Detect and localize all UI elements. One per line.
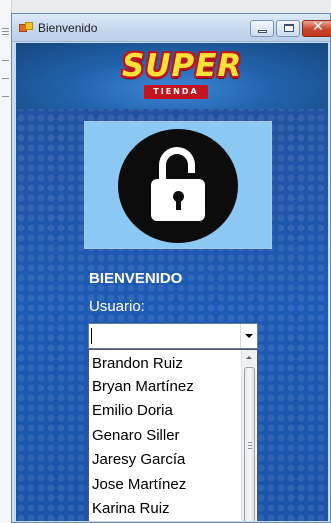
app-icon bbox=[19, 22, 33, 34]
user-option[interactable]: Karina Ruiz bbox=[89, 497, 241, 521]
brand-banner: SUPER TIENDA bbox=[16, 43, 328, 109]
chevron-down-icon bbox=[245, 334, 253, 338]
user-option[interactable]: Bryan Martínez bbox=[89, 375, 241, 400]
user-option[interactable]: Emilio Doria bbox=[89, 399, 241, 424]
logo-tienda-text: TIENDA bbox=[144, 85, 208, 99]
scroll-thumb[interactable] bbox=[244, 367, 255, 521]
user-dropdown-list[interactable]: Brandon Ruiz Bryan Martínez Emilio Doria… bbox=[88, 349, 258, 521]
user-option[interactable]: Jose Martínez bbox=[89, 473, 241, 498]
user-label: Usuario: bbox=[89, 298, 145, 315]
user-option[interactable]: Brandon Ruiz bbox=[89, 350, 241, 375]
window-title: Bienvenido bbox=[38, 21, 98, 35]
close-icon: ✕ bbox=[312, 19, 324, 35]
maximize-button[interactable] bbox=[276, 20, 300, 37]
welcome-heading: BIENVENIDO bbox=[89, 270, 183, 287]
scroll-up-icon bbox=[246, 356, 252, 359]
minimize-button[interactable] bbox=[250, 20, 274, 37]
user-option[interactable]: Jaresy García bbox=[89, 448, 241, 473]
title-bar[interactable]: Bienvenido ✕ bbox=[12, 14, 331, 42]
user-combobox[interactable] bbox=[88, 323, 258, 349]
grip-icon bbox=[248, 442, 252, 449]
minimize-icon bbox=[258, 30, 267, 33]
login-window: Bienvenido ✕ SUPER TIENDA BIENVENIDO Usu… bbox=[11, 13, 331, 523]
close-button[interactable]: ✕ bbox=[302, 19, 331, 37]
combobox-dropdown-button[interactable] bbox=[240, 324, 257, 348]
maximize-icon bbox=[284, 24, 294, 32]
user-option[interactable]: Genaro Siller bbox=[89, 424, 241, 449]
dropdown-scrollbar[interactable] bbox=[241, 350, 257, 521]
logo-super-text: SUPER bbox=[122, 48, 243, 84]
lock-body bbox=[151, 179, 205, 221]
lock-icon bbox=[118, 129, 238, 243]
login-form: SUPER TIENDA BIENVENIDO Usuario: Brandon… bbox=[16, 43, 328, 521]
scroll-up-button[interactable] bbox=[242, 350, 257, 366]
lock-image bbox=[84, 121, 272, 249]
text-caret bbox=[91, 328, 92, 344]
